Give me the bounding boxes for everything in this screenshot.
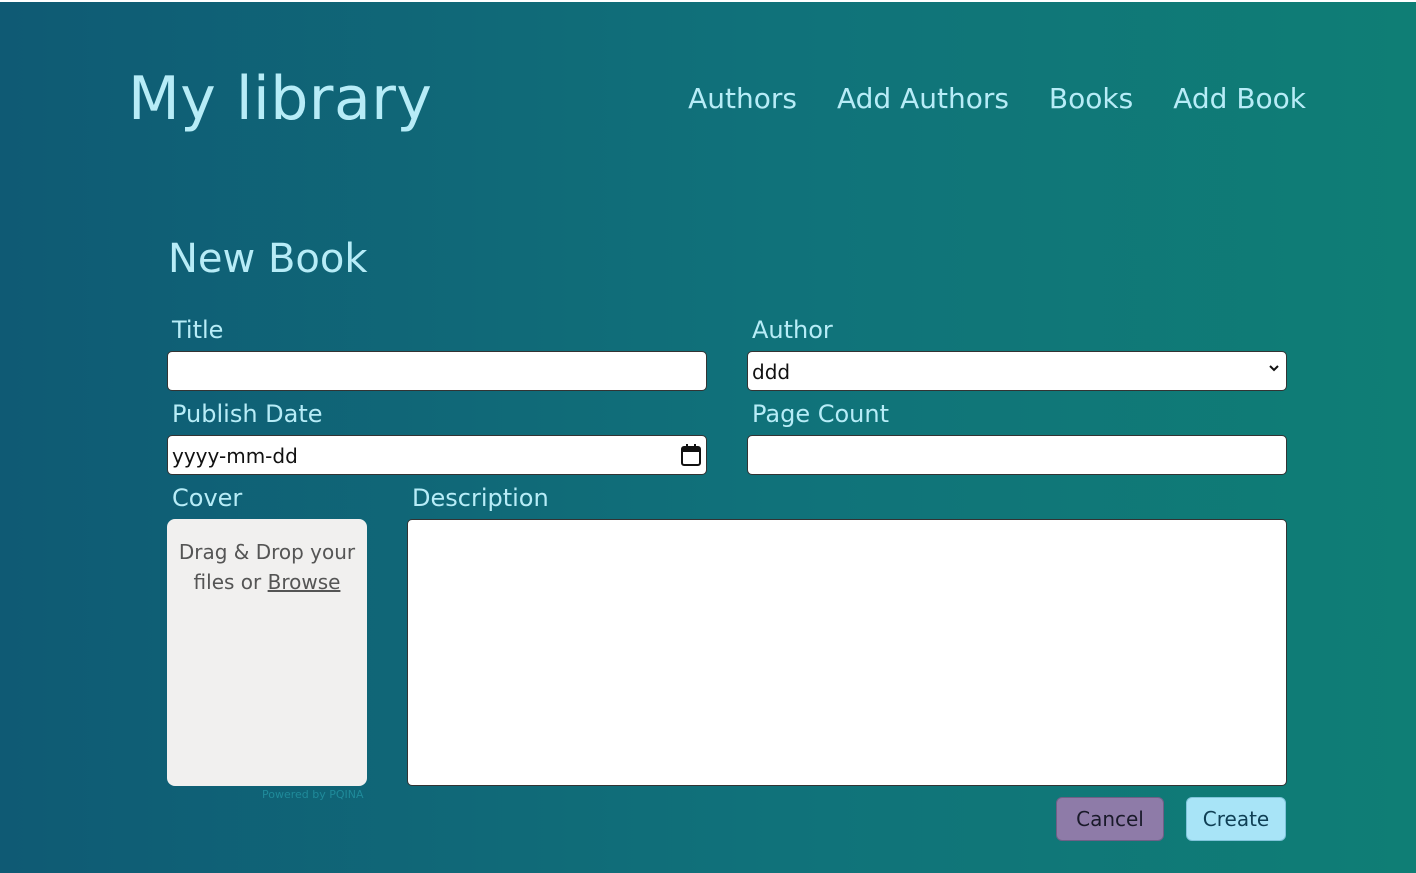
cover-label: Cover: [172, 484, 243, 512]
title-label: Title: [172, 316, 224, 344]
site-title[interactable]: My library: [128, 64, 432, 134]
nav-books[interactable]: Books: [1049, 82, 1133, 115]
page-count-label: Page Count: [752, 400, 890, 428]
nav-authors[interactable]: Authors: [688, 82, 797, 115]
nav-add-book[interactable]: Add Book: [1173, 82, 1306, 115]
page-title: New Book: [168, 236, 368, 282]
author-selected-value: ddd: [752, 360, 791, 384]
browse-link[interactable]: Browse: [268, 570, 341, 594]
title-field[interactable]: [167, 351, 707, 391]
calendar-icon[interactable]: [680, 443, 702, 467]
description-label: Description: [412, 484, 549, 512]
main-nav: Authors Add Authors Books Add Book: [688, 82, 1306, 115]
publish-date-placeholder: yyyy-mm-dd: [172, 444, 298, 468]
chevron-down-icon[interactable]: [1268, 362, 1280, 378]
description-textarea[interactable]: [407, 519, 1287, 786]
top-border: [0, 0, 1416, 2]
nav-add-authors[interactable]: Add Authors: [837, 82, 1009, 115]
cancel-button[interactable]: Cancel: [1056, 797, 1164, 841]
title-input[interactable]: [168, 352, 706, 390]
page-count-field[interactable]: [747, 435, 1287, 475]
publish-date-label: Publish Date: [172, 400, 323, 428]
page-count-input[interactable]: [748, 436, 1286, 474]
create-button[interactable]: Create: [1186, 797, 1286, 841]
cover-dropzone[interactable]: Drag & Drop your files or Browse: [167, 519, 367, 786]
powered-by-credit[interactable]: Powered by PQINA: [262, 788, 364, 801]
author-label: Author: [752, 316, 833, 344]
publish-date-field[interactable]: yyyy-mm-dd: [167, 435, 707, 475]
author-select[interactable]: ddd: [747, 351, 1287, 391]
